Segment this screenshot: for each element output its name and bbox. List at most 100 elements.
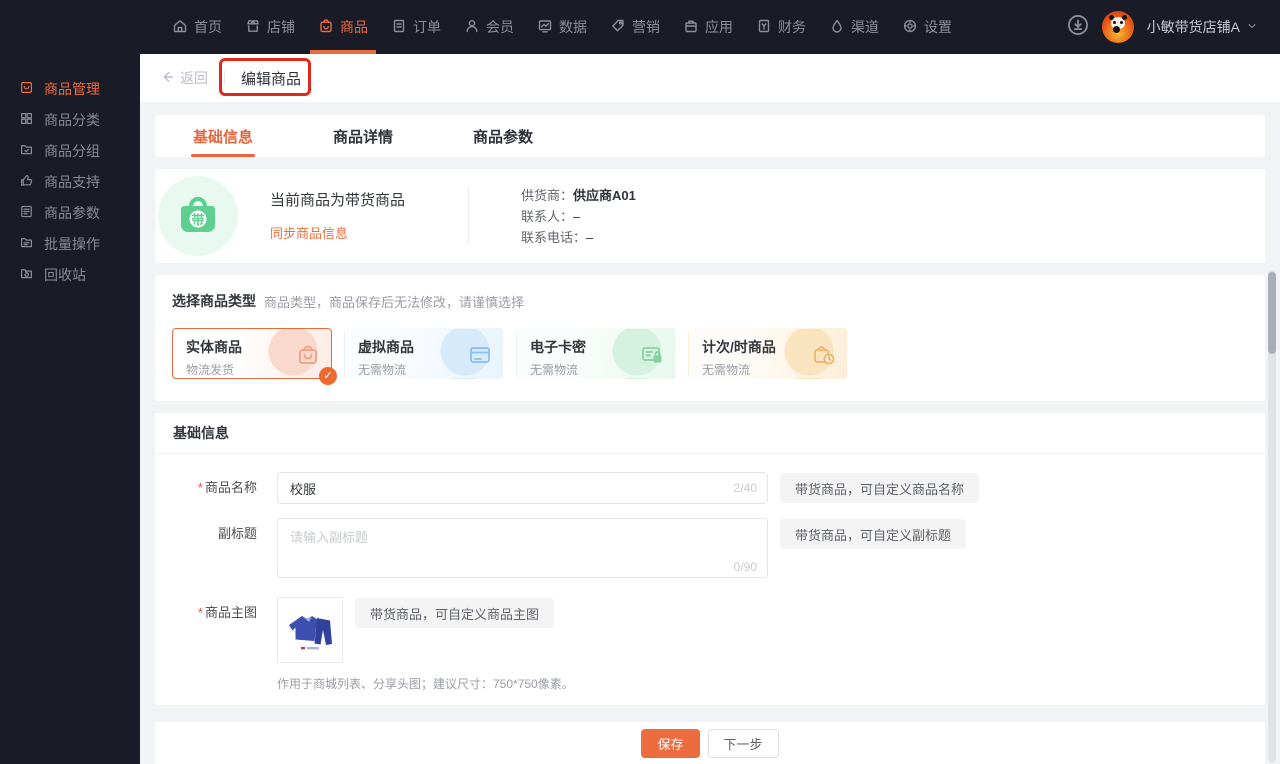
nav-item-finance[interactable]: 财务: [754, 0, 808, 54]
carry-goods-bag-icon: 带: [175, 193, 221, 239]
bag-clock-icon: [811, 342, 837, 373]
main-image-field-wrap: [277, 597, 343, 663]
supplier-info-card: 带 当前商品为带货商品 同步商品信息 供货商：供应商A01 联系人：– 联系电话…: [155, 169, 1265, 263]
type-option-text: 计次/时商品 无需物流: [702, 337, 776, 378]
shop-icon: [245, 18, 261, 37]
sidebar-item-category[interactable]: 商品分类: [0, 104, 140, 135]
page-title: 编辑商品: [241, 70, 302, 88]
supplier-row: 供货商：供应商A01: [521, 185, 636, 206]
card-lock-icon: [639, 342, 665, 373]
type-option-sub: 无需物流: [702, 363, 751, 377]
nav-label: 渠道: [851, 19, 879, 35]
tab-bar: 基础信息 商品详情 商品参数: [155, 115, 1265, 157]
carry-goods-title: 当前商品为带货商品: [270, 192, 406, 209]
uniform-image: [281, 601, 339, 659]
contact-row: 联系人：–: [521, 206, 636, 227]
home-icon: [172, 18, 188, 37]
type-option-count-time[interactable]: 计次/时商品 无需物流: [688, 328, 848, 379]
nav-item-member[interactable]: 会员: [462, 0, 516, 54]
nav-item-marketing[interactable]: 营销: [608, 0, 662, 54]
chevron-down-icon: [1246, 19, 1258, 35]
type-option-sub: 无需物流: [358, 363, 407, 377]
nav-label: 设置: [924, 19, 952, 35]
sidebar-item-label: 商品分类: [44, 111, 100, 128]
back-arrow-icon: [160, 70, 174, 87]
tab-product-params[interactable]: 商品参数: [473, 115, 533, 157]
contact-value: –: [573, 208, 581, 224]
sidebar: 商品管理 商品分类 商品分组 商品支持 商品参数 批量操作 回收站: [0, 0, 140, 764]
type-option-physical[interactable]: 实体商品 物流发货 ✓: [172, 328, 337, 385]
member-icon: [464, 18, 480, 37]
name-carry-goods-tag[interactable]: 带货商品，可自定义商品名称: [780, 473, 980, 503]
nav-label: 首页: [194, 19, 222, 35]
image-carry-goods-tag[interactable]: 带货商品，可自定义商品主图: [355, 598, 555, 628]
settings-icon: [902, 18, 918, 37]
required-star: *: [197, 480, 203, 495]
product-icon: [318, 18, 334, 37]
scrollbar-thumb[interactable]: [1268, 272, 1276, 354]
sidebar-item-label: 回收站: [44, 266, 86, 283]
nav-item-home[interactable]: 首页: [170, 0, 224, 54]
tab-label: 基础信息: [193, 128, 254, 146]
type-section-hint: 商品类型，商品保存后无法修改，请谨慎选择: [264, 294, 525, 310]
goods-manage-icon: [19, 80, 34, 98]
type-option-name: 电子卡密: [530, 339, 586, 355]
nav-item-shop[interactable]: 店铺: [243, 0, 297, 54]
nav-item-channel[interactable]: 渠道: [827, 0, 881, 54]
supplier-value: 供应商A01: [573, 187, 636, 203]
sync-product-link[interactable]: 同步商品信息: [270, 223, 348, 242]
tab-product-detail[interactable]: 商品详情: [333, 115, 393, 157]
nav-label: 数据: [559, 19, 587, 35]
type-option-sub: 无需物流: [530, 363, 579, 377]
nav-item-data[interactable]: 数据: [535, 0, 589, 54]
required-star: *: [197, 605, 203, 620]
nav-item-order[interactable]: 订单: [389, 0, 443, 54]
save-button[interactable]: 保存: [641, 728, 700, 758]
nav-label: 订单: [413, 19, 441, 35]
nav-label: 会员: [486, 19, 514, 35]
supplier-label: 供货商：: [521, 187, 574, 203]
sidebar-item-group[interactable]: 商品分组: [0, 135, 140, 166]
sidebar-item-label: 商品支持: [44, 173, 100, 190]
next-step-button[interactable]: 下一步: [707, 728, 779, 758]
avatar[interactable]: [1101, 11, 1134, 43]
phone-label: 联系电话：: [521, 229, 587, 245]
basic-info-title: 基础信息: [155, 413, 1265, 454]
store-switcher[interactable]: 小敏带货店铺A: [1147, 17, 1258, 37]
sidebar-item-params[interactable]: 商品参数: [0, 197, 140, 228]
product-main-image[interactable]: [277, 597, 343, 663]
phone-row: 联系电话：–: [521, 227, 636, 248]
main-image-label: * 商品主图: [197, 605, 257, 620]
back-button[interactable]: 返回: [160, 68, 208, 88]
subtitle-textarea[interactable]: [277, 518, 768, 578]
apps-icon: [683, 18, 699, 37]
physical-bag-icon: [295, 342, 321, 373]
scrollbar-track[interactable]: [1268, 270, 1276, 762]
sidebar-item-support[interactable]: 商品支持: [0, 166, 140, 197]
basic-info-section: 基础信息 *商品名称 2/40 带货商品，可自定义商品名称 副标题 0/90 带…: [155, 413, 1265, 705]
marketing-icon: [610, 18, 626, 37]
tab-basic-info[interactable]: 基础信息: [193, 115, 253, 157]
top-nav-right: 小敏带货店铺A: [1067, 0, 1258, 54]
product-name-label: * 商品名称: [197, 480, 257, 495]
subtitle-carry-goods-tag[interactable]: 带货商品，可自定义副标题: [780, 519, 967, 549]
basic-info-form: *商品名称 2/40 带货商品，可自定义商品名称 副标题 0/90 带货商品，可…: [155, 454, 1265, 692]
type-option-text: 电子卡密 无需物流: [530, 337, 586, 378]
product-name-input[interactable]: [277, 472, 768, 504]
nav-item-apps[interactable]: 应用: [681, 0, 735, 54]
nav-label: 营销: [632, 19, 660, 35]
form-footer: 保存 下一步: [155, 722, 1265, 764]
product-type-section: 选择商品类型 商品类型，商品保存后无法修改，请谨慎选择 实体商品 物流发货 ✓ …: [155, 275, 1265, 401]
nav-item-product[interactable]: 商品: [310, 0, 376, 54]
main-image-hint: 作用于商城列表、分享头图；建议尺寸：750*750像素。: [277, 677, 574, 691]
nav-item-settings[interactable]: 设置: [900, 0, 954, 54]
type-option-virtual[interactable]: 虚拟商品 无需物流: [344, 328, 504, 379]
download-icon[interactable]: [1067, 14, 1089, 41]
sidebar-item-label: 商品管理: [44, 80, 100, 97]
sidebar-item-goods-manage[interactable]: 商品管理: [0, 73, 140, 104]
sidebar-item-recycle[interactable]: 回收站: [0, 259, 140, 290]
order-icon: [391, 18, 407, 37]
sidebar-item-batch[interactable]: 批量操作: [0, 228, 140, 259]
contact-label: 联系人：: [521, 208, 574, 224]
type-option-card-key[interactable]: 电子卡密 无需物流: [516, 328, 676, 379]
